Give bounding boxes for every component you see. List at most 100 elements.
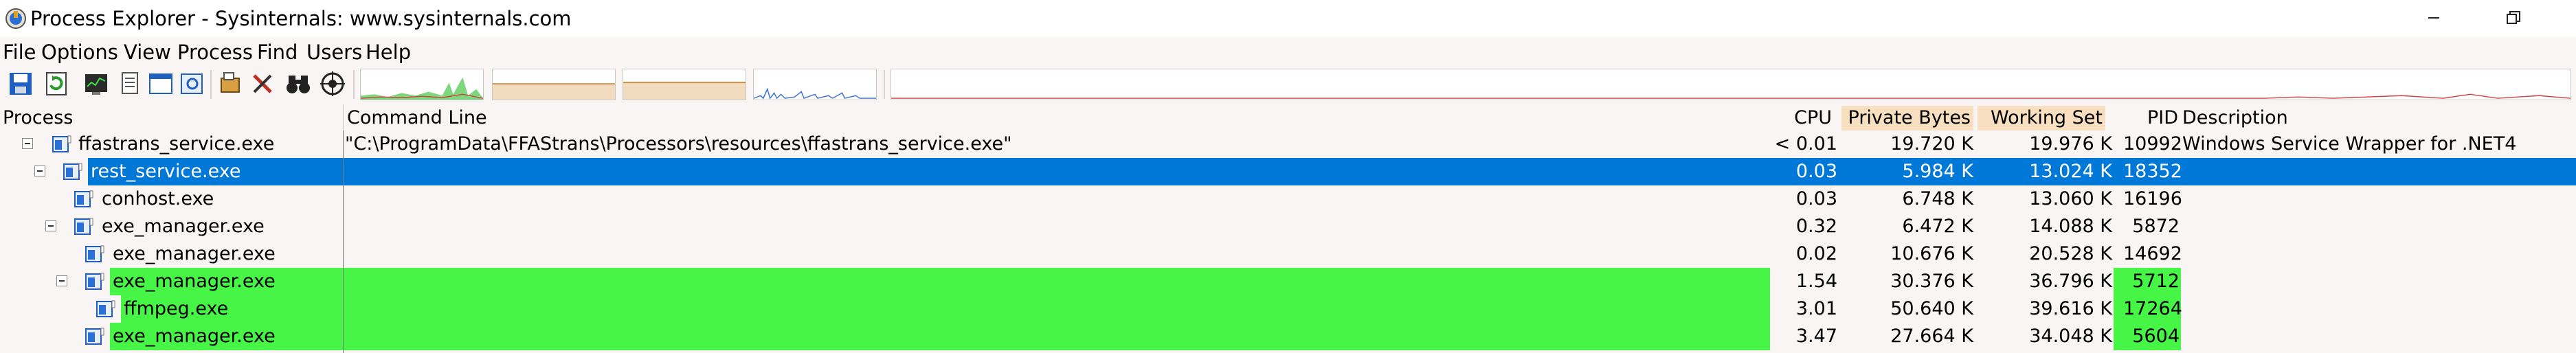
process-name: exe_manager.exe xyxy=(113,243,276,264)
window-icon[interactable] xyxy=(147,70,175,98)
cpu-value: 3.47 xyxy=(1795,326,1837,347)
working-set-value: 20.528 K xyxy=(2029,243,2112,264)
collapse-icon[interactable] xyxy=(45,220,56,231)
process-name: exe_manager.exe xyxy=(102,216,265,237)
private-bytes-value: 27.664 K xyxy=(1890,326,1973,347)
menu-file[interactable]: File xyxy=(3,41,36,64)
selection-highlight xyxy=(88,158,2576,185)
menu-options[interactable]: Options xyxy=(41,41,118,64)
menu-help[interactable]: Help xyxy=(366,41,411,64)
process-row[interactable]: ffmpeg.exe 3.01 50.640 K 39.616 K 17264 xyxy=(0,295,2576,323)
gpu-graph[interactable] xyxy=(891,69,2571,100)
crosshair-target-icon[interactable] xyxy=(319,70,346,98)
pid-value: 5604 xyxy=(2132,326,2180,347)
process-icon xyxy=(74,190,93,207)
process-list: ffastrans_service.exe "C:\ProgramData\FFA… xyxy=(0,130,2576,353)
private-bytes-value: 6.748 K xyxy=(1902,188,1973,209)
column-command-line[interactable]: Command Line xyxy=(347,106,487,130)
private-bytes-value: 50.640 K xyxy=(1890,298,1973,319)
menu-process[interactable]: Process xyxy=(177,41,253,64)
minimize-icon[interactable] xyxy=(2419,4,2449,32)
private-bytes-value: 6.472 K xyxy=(1902,216,1973,237)
process-name: exe_manager.exe xyxy=(113,326,276,347)
cpu-graph[interactable] xyxy=(360,69,484,100)
cpu-value: 0.32 xyxy=(1795,216,1837,237)
collapse-icon[interactable] xyxy=(56,275,67,286)
refresh-icon[interactable] xyxy=(43,70,70,98)
process-row[interactable]: exe_manager.exe 0.32 6.472 K 14.088 K 5872 xyxy=(0,213,2576,240)
commit-graph[interactable] xyxy=(492,69,616,100)
binoculars-icon[interactable] xyxy=(284,70,312,98)
process-icon xyxy=(74,218,93,235)
save-icon[interactable] xyxy=(7,70,34,98)
new-process-highlight xyxy=(121,295,1770,323)
process-name: ffastrans_service.exe xyxy=(78,133,275,155)
toolbar-separator xyxy=(210,70,212,99)
title-bar: Process Explorer - Sysinternals: www.sys… xyxy=(0,0,2576,37)
process-icon xyxy=(85,328,104,345)
process-row[interactable]: rest_service.exe 0.03 5.984 K 13.024 K 18352 xyxy=(0,158,2576,185)
process-icon xyxy=(96,300,115,317)
io-graph[interactable] xyxy=(753,69,877,100)
cpu-value: 0.03 xyxy=(1795,188,1837,209)
column-description[interactable]: Description xyxy=(2182,106,2288,130)
process-icon xyxy=(85,245,104,262)
cpu-value: 0.02 xyxy=(1795,243,1837,264)
column-pid[interactable]: PID xyxy=(2130,106,2178,130)
menu-bar: File Options View Process Find Users Hel… xyxy=(0,38,2576,67)
working-set-value: 36.796 K xyxy=(2029,271,2112,292)
menu-find[interactable]: Find xyxy=(257,41,298,64)
pid-value: 5872 xyxy=(2132,216,2180,237)
column-header: Process Command Line CPU Private Bytes W… xyxy=(0,104,2576,130)
kill-process-icon[interactable] xyxy=(249,70,276,98)
process-row[interactable]: exe_manager.exe 0.02 10.676 K 20.528 K 14692 xyxy=(0,240,2576,268)
column-private-bytes[interactable]: Private Bytes xyxy=(1841,106,1973,130)
process-name: exe_manager.exe xyxy=(113,271,276,292)
description-value: Windows Service Wrapper for .NET4 xyxy=(2182,133,2517,155)
process-name: rest_service.exe xyxy=(91,161,241,182)
cpu-value: 3.01 xyxy=(1795,298,1837,319)
collapse-icon[interactable] xyxy=(34,166,45,176)
pid-value: 16196 xyxy=(2123,188,2182,209)
restore-icon[interactable] xyxy=(2498,4,2529,32)
column-working-set[interactable]: Working Set xyxy=(1978,106,2105,130)
process-name: conhost.exe xyxy=(102,188,214,209)
properties-icon[interactable] xyxy=(117,70,144,98)
working-set-value: 14.088 K xyxy=(2029,216,2112,237)
process-explorer-icon xyxy=(5,8,26,29)
process-row[interactable]: conhost.exe 0.03 6.748 K 13.060 K 16196 xyxy=(0,185,2576,213)
process-icon xyxy=(85,273,104,290)
process-icon xyxy=(52,135,71,152)
pid-value: 18352 xyxy=(2123,161,2182,182)
working-set-value: 13.060 K xyxy=(2029,188,2112,209)
column-process[interactable]: Process xyxy=(3,106,73,130)
process-tree-icon[interactable] xyxy=(217,70,245,98)
private-bytes-value: 30.376 K xyxy=(1890,271,1973,292)
physical-memory-graph[interactable] xyxy=(623,69,746,100)
menu-users[interactable]: Users xyxy=(306,41,362,64)
process-row[interactable]: ffastrans_service.exe "C:\ProgramData\FFA… xyxy=(0,130,2576,158)
collapse-icon[interactable] xyxy=(22,138,33,149)
cpu-value: < 0.01 xyxy=(1774,133,1837,155)
working-set-value: 39.616 K xyxy=(2029,298,2112,319)
working-set-value: 13.024 K xyxy=(2029,161,2112,182)
process-icon xyxy=(63,163,82,180)
pid-value: 14692 xyxy=(2123,243,2182,264)
process-row[interactable]: exe_manager.exe 1.54 30.376 K 36.796 K 5712 xyxy=(0,268,2576,295)
find-window-icon[interactable] xyxy=(179,70,206,98)
window-title: Process Explorer - Sysinternals: www.sys… xyxy=(30,7,572,30)
menu-view[interactable]: View xyxy=(124,41,171,64)
toolbar-separator xyxy=(353,70,355,99)
private-bytes-value: 10.676 K xyxy=(1890,243,1973,264)
command-line-divider xyxy=(343,130,344,353)
working-set-value: 34.048 K xyxy=(2029,326,2112,347)
toolbar-separator xyxy=(884,70,885,99)
private-bytes-value: 19.720 K xyxy=(1890,133,1973,155)
cpu-value: 1.54 xyxy=(1795,271,1837,292)
cpu-value: 0.03 xyxy=(1795,161,1837,182)
column-cpu[interactable]: CPU xyxy=(1787,106,1832,130)
process-row[interactable]: exe_manager.exe 3.47 27.664 K 34.048 K 5604 xyxy=(0,323,2576,350)
toolbar xyxy=(0,67,2576,103)
working-set-value: 19.976 K xyxy=(2029,133,2112,155)
system-info-icon[interactable] xyxy=(82,70,110,98)
